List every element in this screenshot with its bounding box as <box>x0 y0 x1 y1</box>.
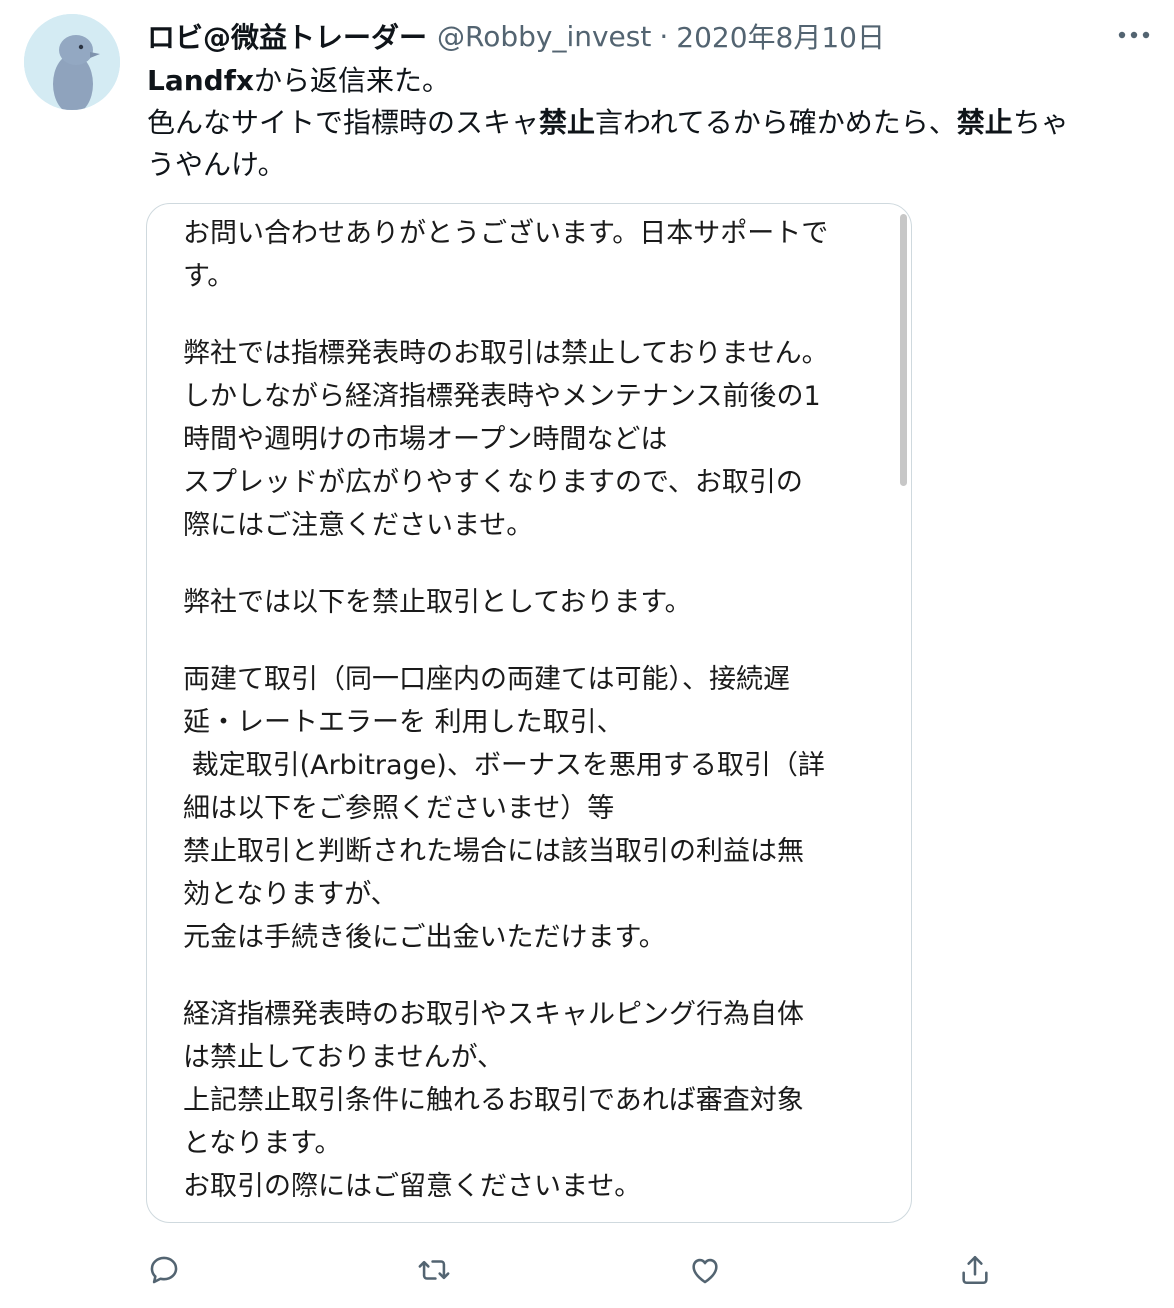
reply-line: 効となりますが、 <box>183 879 398 910</box>
tweet-line-3: うやんけ。 <box>147 148 286 181</box>
reply-line: しかしながら経済指標発表時やメンテナンス前後の1 <box>183 381 821 412</box>
tweet-line-2: 色んなサイトで指標時のスキャ禁止言われてるから確かめたら、禁止ちゃ <box>147 102 1147 144</box>
tweet-bold-kinshi-1: 禁止 <box>539 106 596 139</box>
tweet-text: Landfxから返信来た。 色んなサイトで指標時のスキャ禁止言われてるから確かめ… <box>147 60 1147 186</box>
tweet-line-2-part-2: 言われてるから確かめたら、 <box>595 106 957 139</box>
tweet-header: ロビ@微益トレーダー @Robby_invest · 2020年8月10日 <box>147 14 885 58</box>
more-dots-icon[interactable] <box>1114 20 1154 50</box>
reply-line: 延・レートエラーを 利用した取引、 <box>183 707 624 738</box>
reply-line: 時間や週明けの市場オープン時間などは <box>183 424 668 455</box>
reply-line: 経済指標発表時のお取引やスキャルピング行為自体 <box>183 999 804 1030</box>
reply-line: お問い合わせありがとうございます。日本サポートで <box>183 218 829 249</box>
reply-message-text: お問い合わせありがとうございます。日本サポートで す。 弊社では指標発表時のお取… <box>183 212 883 1222</box>
reply-line: お取引の際にはご留意くださいませ。 <box>183 1171 642 1202</box>
reply-paragraph-4: 両建て取引（同一口座内の両建ては可能）、接続遅 延・レートエラーを 利用した取引… <box>183 658 883 959</box>
tweet-bold-landfx: Landfx <box>147 64 254 97</box>
share-icon[interactable] <box>951 1246 999 1294</box>
author-name[interactable]: ロビ@微益トレーダー <box>147 16 427 56</box>
image-scrollbar <box>900 214 907 486</box>
penguin-avatar-image <box>24 14 120 110</box>
tweet-bold-kinshi-2: 禁止 <box>956 106 1013 139</box>
tweet-line-1-rest: から返信来た。 <box>253 64 450 97</box>
reply-line: す。 <box>183 261 235 292</box>
reply-line: 上記禁止取引条件に触れるお取引であれば審査対象 <box>183 1085 804 1116</box>
reply-paragraph-5: 経済指標発表時のお取引やスキャルピング行為自体 は禁止しておりませんが、 上記禁… <box>183 993 883 1208</box>
reply-icon[interactable] <box>140 1246 188 1294</box>
reply-paragraph-2: 弊社では指標発表時のお取引は禁止しておりません。 しかしながら経済指標発表時やメ… <box>183 332 883 547</box>
header-separator: · <box>659 19 669 53</box>
reply-line: 両建て取引（同一口座内の両建ては可能）、接続遅 <box>183 664 790 695</box>
retweet-icon[interactable] <box>410 1246 458 1294</box>
author-handle[interactable]: @Robby_invest <box>437 20 651 53</box>
reply-line: 細は以下をご参照くださいませ）等 <box>183 793 615 824</box>
reply-line: スプレッドが広がりやすくなりますので、お取引の <box>183 467 803 498</box>
reply-line: となります。 <box>183 1128 342 1159</box>
reply-paragraph-1: お問い合わせありがとうございます。日本サポートで す。 <box>183 212 883 298</box>
avatar[interactable] <box>24 14 120 110</box>
reply-line: 弊社では指標発表時のお取引は禁止しておりません。 <box>183 338 829 369</box>
reply-paragraph-3: 弊社では以下を禁止取引としております。 <box>183 581 883 624</box>
reply-line: は禁止しておりませんが、 <box>183 1042 505 1073</box>
reply-line: 禁止取引と判断された場合には該当取引の利益は無 <box>183 836 804 867</box>
tweet-line-2-part-3: ちゃ <box>1012 106 1069 139</box>
reply-line: 際にはご注意くださいませ。 <box>183 510 534 541</box>
tweet-line-2-part-1: 色んなサイトで指標時のスキャ <box>147 106 540 139</box>
tweet-date[interactable]: 2020年8月10日 <box>676 16 885 56</box>
reply-line: 元金は手続き後にご出金いただけます。 <box>183 922 666 953</box>
reply-line: 裁定取引(Arbitrage)、ボーナスを悪用する取引（詳 <box>183 750 825 781</box>
tweet-action-bar <box>140 1246 1000 1296</box>
like-heart-icon[interactable] <box>681 1246 729 1294</box>
tweet-line-1: Landfxから返信来た。 <box>147 60 1147 102</box>
reply-line: 弊社では以下を禁止取引としております。 <box>183 587 692 618</box>
attached-image[interactable]: お問い合わせありがとうございます。日本サポートで す。 弊社では指標発表時のお取… <box>146 203 912 1223</box>
